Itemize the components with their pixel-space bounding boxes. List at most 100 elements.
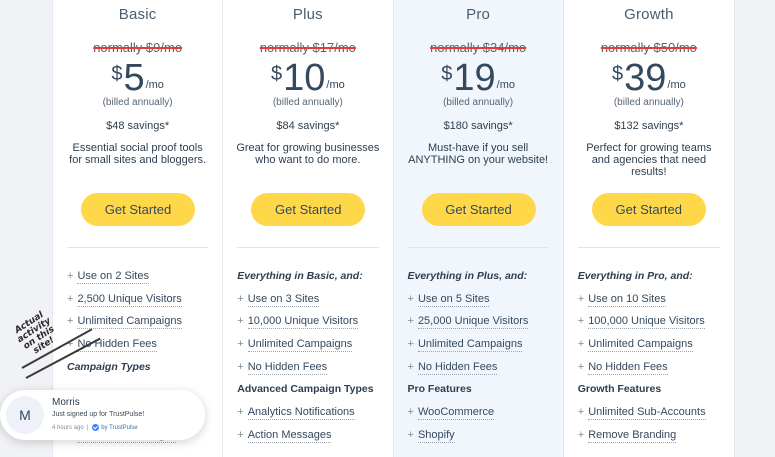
plan-name: Plus xyxy=(292,6,323,23)
plus-icon: + xyxy=(577,338,585,351)
feature-label: Everything in Plus, and: xyxy=(407,270,528,282)
feature-heading: Everything in Basic, and: xyxy=(237,266,386,289)
feature-label: Use on 3 Sites xyxy=(247,292,320,307)
price: $ 19 /mo xyxy=(394,58,563,98)
get-started-button[interactable]: Get Started xyxy=(421,193,536,226)
feature-heading: Campaign Types xyxy=(67,357,216,380)
plus-icon: + xyxy=(577,360,585,373)
feature-label: No Hidden Fees xyxy=(247,360,328,375)
plan-description: Must-have if you sell ANYTHING on your w… xyxy=(408,142,549,166)
price-currency: $ xyxy=(612,63,624,85)
price-period: /mo xyxy=(496,79,515,91)
price: $ 39 /mo xyxy=(564,58,734,98)
price-currency: $ xyxy=(271,63,283,85)
plus-icon: + xyxy=(577,406,585,419)
price-period: /mo xyxy=(667,79,686,91)
price-amount: 19 xyxy=(453,57,496,99)
price-currency: $ xyxy=(441,63,453,85)
billing-note: (billed annually) xyxy=(102,97,173,108)
feature-label: 25,000 Unique Visitors xyxy=(417,315,529,330)
notification-time: 4 hours ago xyxy=(52,424,84,431)
price-amount: 39 xyxy=(624,57,667,99)
price-currency: $ xyxy=(111,63,123,85)
pricing-table: Basic normally $9/mo $ 5 /mo (billed annu… xyxy=(52,0,735,457)
plus-icon: + xyxy=(237,338,244,351)
price-period: /mo xyxy=(145,79,164,91)
savings: $48 savings* xyxy=(106,120,170,132)
feature-label: Shopify xyxy=(417,428,455,443)
feature-item: + Action Messages xyxy=(237,425,386,448)
plus-icon: + xyxy=(237,315,244,328)
savings: $132 savings* xyxy=(614,120,684,132)
notification-separator: | xyxy=(86,424,89,431)
feature-item: + Use on 5 Sites xyxy=(408,289,557,312)
plan-column-pro: Pro normally $34/mo $ 19 /mo (billed annu… xyxy=(393,0,564,457)
plan-name: Growth xyxy=(624,6,674,23)
feature-item: + Remove Branding xyxy=(578,425,728,448)
billing-note: (billed annually) xyxy=(613,97,684,108)
verified-check-icon xyxy=(92,424,100,431)
price: $ 10 /mo xyxy=(223,58,392,98)
feature-label: Unlimited Sub-Accounts xyxy=(588,406,706,421)
feature-heading: Everything in Plus, and: xyxy=(408,266,557,289)
trustpulse-brand-link[interactable]: by TrustPulse xyxy=(101,425,137,431)
plus-icon: + xyxy=(407,315,414,328)
price-amount: 5 xyxy=(123,57,145,99)
plus-icon: + xyxy=(577,292,585,305)
price: $ 5 /mo xyxy=(53,58,222,98)
feature-label: WooCommerce xyxy=(417,406,495,421)
plus-icon: + xyxy=(237,360,244,373)
feature-label: Use on 2 Sites xyxy=(77,270,149,284)
feature-item: + Unlimited Sub-Accounts xyxy=(578,402,728,425)
notification-meta: 4 hours ago | by TrustPulse xyxy=(52,424,138,431)
plan-description: Great for growing businesses who want to… xyxy=(236,142,380,166)
plan-column-basic: Basic normally $9/mo $ 5 /mo (billed annu… xyxy=(53,0,224,457)
feature-section-title: Advanced Campaign Types xyxy=(237,379,386,402)
plus-icon: + xyxy=(237,292,244,305)
notification-message: Just signed up for TrustPulse! xyxy=(52,411,145,418)
get-started-button[interactable]: Get Started xyxy=(591,193,706,226)
plus-icon: + xyxy=(577,315,585,328)
plus-icon: + xyxy=(407,406,414,419)
get-started-button[interactable]: Get Started xyxy=(81,193,195,226)
notification-name: Morris xyxy=(52,397,80,408)
feature-list: Everything in Basic, and: + Use on 3 Sites… xyxy=(237,266,386,448)
feature-label: Advanced Campaign Types xyxy=(237,383,374,396)
feature-heading: Everything in Pro, and: xyxy=(578,266,728,289)
plus-icon: + xyxy=(407,338,414,351)
feature-label: Unlimited Campaigns xyxy=(417,338,523,353)
divider xyxy=(67,247,209,248)
feature-label: 100,000 Unique Visitors xyxy=(588,315,705,330)
feature-label: Use on 5 Sites xyxy=(417,292,490,307)
plus-icon: + xyxy=(577,428,585,441)
feature-item: +100,000 Unique Visitors xyxy=(578,311,728,334)
social-proof-notification[interactable]: M Morris Just signed up for TrustPulse! … xyxy=(0,390,205,440)
feature-item: + Analytics Notifications xyxy=(237,402,386,425)
feature-label: 10,000 Unique Visitors xyxy=(247,315,359,330)
feature-section-title: Growth Features xyxy=(578,379,728,402)
savings: $180 savings* xyxy=(443,120,513,132)
divider xyxy=(237,247,379,248)
feature-item: + No Hidden Fees xyxy=(237,357,386,380)
feature-section-title: Pro Features xyxy=(408,379,557,402)
get-started-button[interactable]: Get Started xyxy=(251,193,366,226)
plus-icon: + xyxy=(67,292,74,305)
feature-item: +10,000 Unique Visitors xyxy=(237,311,386,334)
plus-icon: + xyxy=(237,428,244,441)
avatar: M xyxy=(6,396,44,434)
plus-icon: + xyxy=(67,270,74,282)
feature-item: +25,000 Unique Visitors xyxy=(408,311,557,334)
divider xyxy=(407,247,549,248)
feature-item: + Use on 2 Sites xyxy=(67,266,216,289)
feature-label: Analytics Notifications xyxy=(247,406,355,421)
price-period: /mo xyxy=(326,79,345,91)
plan-name: Basic xyxy=(118,6,157,23)
feature-label: Action Messages xyxy=(247,428,332,443)
feature-label: Use on 10 Sites xyxy=(588,292,666,307)
original-price: normally $34/mo xyxy=(430,40,527,55)
feature-item: + No Hidden Fees xyxy=(578,357,728,380)
feature-list: Everything in Plus, and: + Use on 5 Sites +… xyxy=(408,266,557,448)
feature-item: + Use on 3 Sites xyxy=(237,289,386,312)
divider xyxy=(577,247,720,248)
feature-label: Campaign Types xyxy=(67,360,151,373)
